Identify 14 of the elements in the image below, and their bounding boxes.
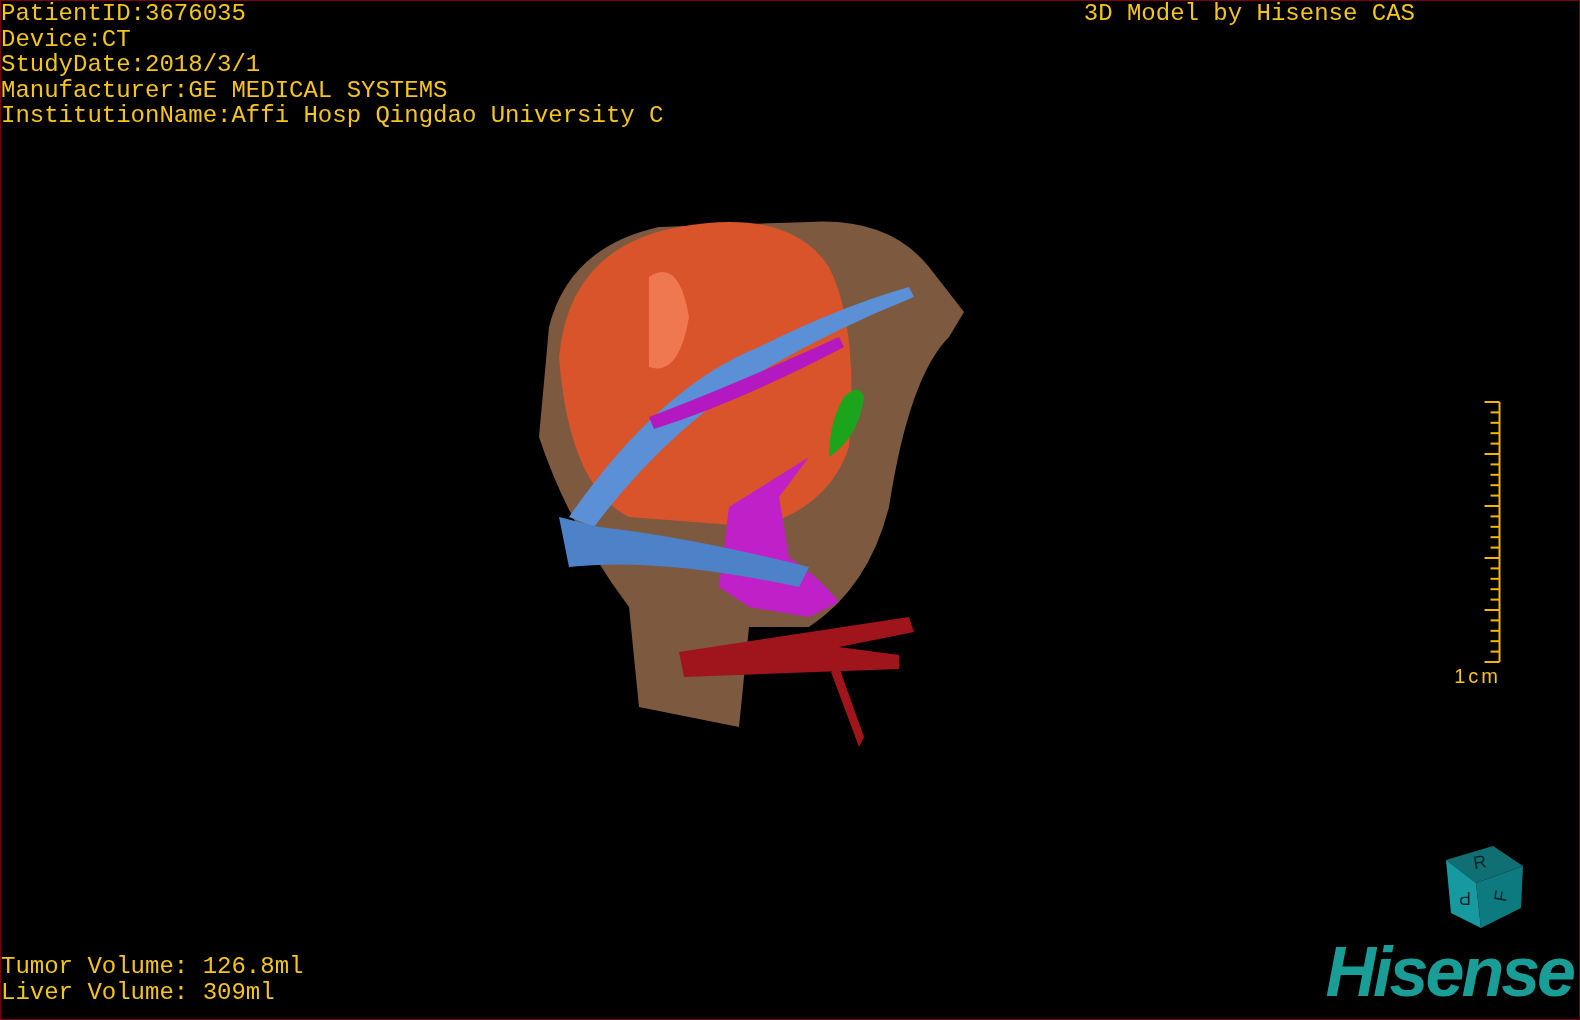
cube-face-label: F [1490,888,1512,904]
cube-face-label: R [1471,851,1489,874]
model-credit: 3D Model by Hisense CAS [1083,1,1415,27]
volume-text: Tumor Volume: 126.8ml [1,954,304,980]
info-line: PatientID:3676035 [1,1,246,27]
info-line: Manufacturer:GE MEDICAL SYSTEMS [1,77,448,103]
orientation-cube[interactable] [1446,846,1523,928]
logo: Hisense [1325,939,1573,1005]
volume-text: Liver Volume: 309ml [1,979,275,1005]
scale-label: 1cm [1454,664,1501,688]
info-line: Device:CT [1,26,131,52]
info-line: StudyDate:2018/3/1 [1,52,261,78]
cube-face-label: P [1459,888,1471,908]
info-line: InstitutionName:Affi Hosp Qingdao University C [1,103,664,129]
